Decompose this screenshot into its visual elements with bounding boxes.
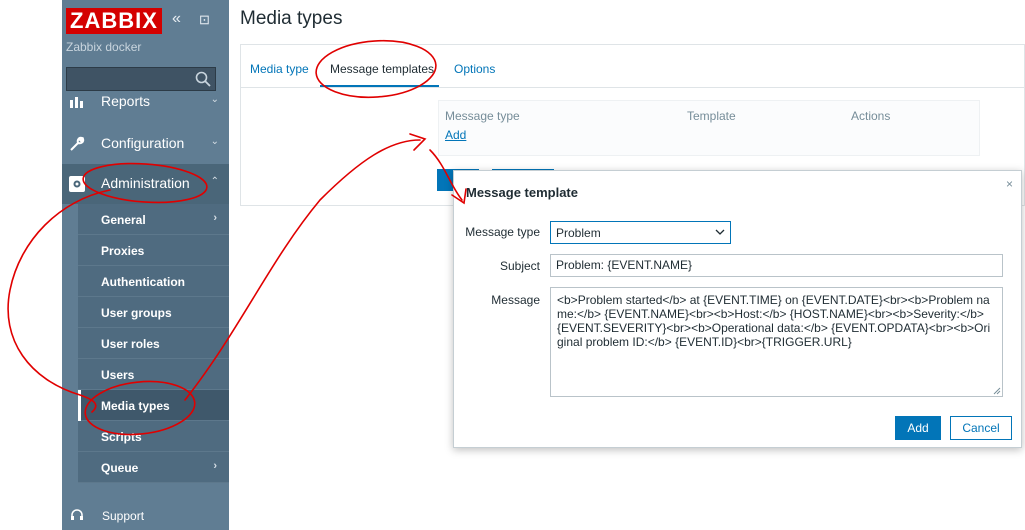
tab-bar: Media type Message templates Options	[241, 57, 1024, 88]
menu-label-reports: Reports	[101, 93, 151, 109]
menu-item-support[interactable]: Support	[62, 498, 229, 530]
message-templates-table: Message type Template Actions Add	[438, 100, 980, 156]
admin-item-scripts[interactable]: Scripts	[78, 421, 229, 452]
message-type-label: Message type	[465, 225, 540, 239]
message-label: Message	[491, 293, 540, 307]
message-type-value: Problem	[556, 226, 601, 240]
menu-item-configuration[interactable]: Configuration ⌄	[62, 124, 229, 164]
subject-field[interactable]: Problem: {EVENT.NAME}	[550, 254, 1003, 277]
support-label: Support	[102, 509, 145, 523]
collapse-sidebar-icon[interactable]: «	[172, 10, 181, 28]
subject-label: Subject	[499, 259, 540, 273]
tab-media-type[interactable]: Media type	[250, 62, 309, 76]
add-button[interactable]: Add	[895, 416, 941, 440]
admin-item-users[interactable]: Users	[78, 359, 229, 390]
message-template-dialog: Message template × Message type Problem …	[453, 170, 1022, 448]
message-textarea[interactable]: <b>Problem started</b> at {EVENT.TIME} o…	[550, 287, 1003, 397]
message-text: <b>Problem started</b> at {EVENT.TIME} o…	[557, 293, 991, 349]
admin-item-label: Queue	[101, 461, 139, 475]
search-icon[interactable]	[194, 70, 212, 88]
headset-icon	[71, 509, 83, 520]
active-tab-indicator	[320, 85, 439, 87]
menu-item-reports[interactable]: Reports ⌄	[62, 88, 229, 110]
tab-message-templates[interactable]: Message templates	[330, 62, 434, 76]
admin-item-label: General	[101, 213, 146, 227]
admin-item-general[interactable]: General ›	[78, 204, 229, 235]
wrench-icon	[70, 136, 85, 151]
reports-icon	[70, 97, 83, 108]
admin-item-label: Media types	[101, 399, 170, 413]
menu-label-configuration: Configuration	[101, 135, 185, 151]
close-icon[interactable]: ×	[1006, 177, 1013, 191]
tab-options[interactable]: Options	[454, 62, 495, 76]
cancel-button[interactable]: Cancel	[950, 416, 1012, 440]
admin-item-proxies[interactable]: Proxies	[78, 235, 229, 266]
column-header-message-type: Message type	[445, 109, 520, 123]
sidebar: ZABBIX « ⊡ Zabbix docker Reports ⌄ Confi…	[62, 0, 229, 530]
admin-item-label: User roles	[101, 337, 160, 351]
message-type-select[interactable]: Problem	[550, 221, 731, 244]
dialog-title: Message template	[466, 185, 578, 200]
resize-handle-icon[interactable]	[993, 387, 1001, 395]
admin-item-user-roles[interactable]: User roles	[78, 328, 229, 359]
admin-item-queue[interactable]: Queue ›	[78, 452, 229, 483]
admin-item-label: Authentication	[101, 275, 185, 289]
column-header-actions: Actions	[851, 109, 891, 123]
admin-item-label: Proxies	[101, 244, 145, 258]
menu-item-administration[interactable]: Administration ⌃	[62, 164, 229, 204]
chevron-right-icon: ›	[213, 212, 217, 224]
chevron-down-icon: ⌄	[210, 136, 219, 147]
add-template-link[interactable]: Add	[445, 128, 466, 142]
admin-item-media-types[interactable]: Media types	[78, 390, 229, 421]
server-name: Zabbix docker	[66, 40, 142, 54]
column-header-template: Template	[687, 109, 736, 123]
zabbix-logo[interactable]: ZABBIX	[66, 8, 162, 34]
admin-item-label: Users	[101, 368, 135, 382]
chevron-down-icon: ⌄	[210, 94, 219, 105]
admin-item-authentication[interactable]: Authentication	[78, 266, 229, 297]
admin-item-label: Scripts	[101, 430, 142, 444]
chevron-right-icon: ›	[213, 460, 217, 472]
menu-label-administration: Administration	[101, 175, 190, 191]
admin-item-label: User groups	[101, 306, 172, 320]
chevron-up-icon: ⌃	[210, 176, 219, 187]
page-title: Media types	[240, 8, 343, 29]
chevron-down-icon	[715, 229, 725, 235]
administration-icon	[69, 176, 85, 192]
kiosk-mode-icon[interactable]: ⊡	[199, 12, 210, 28]
admin-item-user-groups[interactable]: User groups	[78, 297, 229, 328]
